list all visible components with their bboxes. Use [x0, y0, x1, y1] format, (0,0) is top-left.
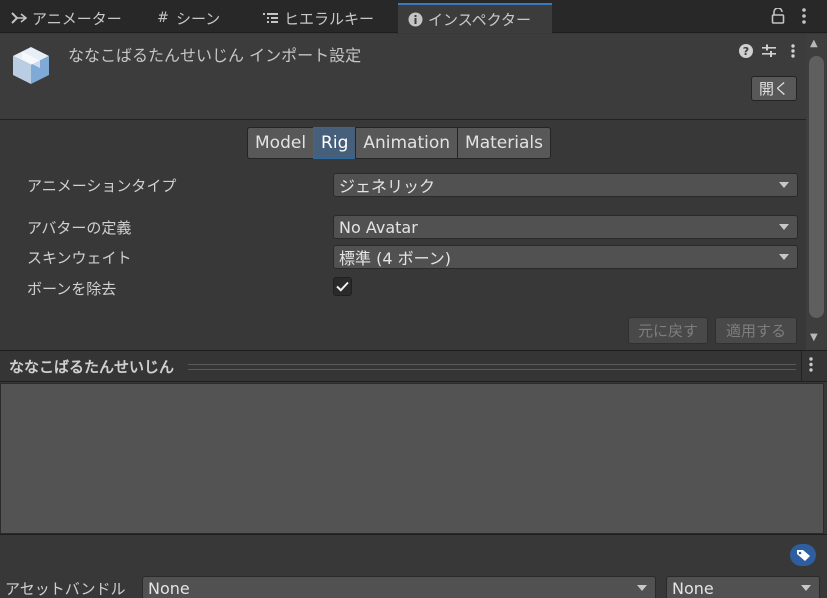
- avatar-definition-value: No Avatar: [339, 217, 418, 237]
- model-preview-area[interactable]: [0, 383, 824, 534]
- drag-handle[interactable]: [188, 364, 796, 370]
- asset-bundle-variant-value: None: [672, 578, 714, 598]
- preview-title: ななこばるたんせいじん: [9, 358, 175, 376]
- tab-materials[interactable]: Materials: [457, 127, 551, 159]
- skin-weights-label: スキンウェイト: [27, 249, 132, 267]
- asset-bundle-name-value: None: [148, 578, 190, 598]
- scrollbar-thumb[interactable]: [809, 56, 824, 318]
- revert-button[interactable]: 元に戻す: [628, 317, 708, 344]
- tab-scene[interactable]: # シーン: [154, 3, 220, 33]
- animation-type-value: ジェネリック: [339, 177, 436, 196]
- tab-rig[interactable]: Rig: [313, 127, 357, 159]
- import-tabs: Model Rig Animation Materials: [247, 127, 551, 159]
- open-button[interactable]: 開く: [751, 76, 797, 101]
- tab-model[interactable]: Model: [247, 127, 315, 159]
- preview-header[interactable]: ななこばるたんせいじん: [0, 350, 827, 382]
- apply-button[interactable]: 適用する: [715, 317, 797, 344]
- tab-inspector[interactable]: インスペクター: [398, 3, 552, 33]
- divider: [801, 351, 802, 381]
- skin-weights-dropdown[interactable]: 標準 (4 ボーン): [333, 245, 798, 269]
- info-icon: [406, 10, 424, 28]
- animation-type-label: アニメーションタイプ: [27, 177, 177, 195]
- scroll-down-arrow-icon[interactable]: ▼: [810, 332, 818, 343]
- tab-label: アニメーター: [32, 9, 122, 28]
- preview-options-icon[interactable]: [809, 357, 813, 376]
- asset-bundle-variant-dropdown[interactable]: None: [666, 576, 820, 598]
- more-options-icon[interactable]: [798, 8, 810, 24]
- avatar-definition-dropdown[interactable]: No Avatar: [333, 215, 798, 239]
- hierarchy-icon: [262, 9, 280, 27]
- tab-animator[interactable]: アニメーター: [10, 3, 122, 33]
- dropdown-arrow-icon: [779, 224, 789, 230]
- checkmark-icon: [336, 281, 349, 292]
- skin-weights-value: 標準 (4 ボーン): [339, 249, 452, 268]
- asset-bundle-label: アセットバンドル: [5, 580, 126, 598]
- tab-hierarchy[interactable]: ヒエラルキー: [262, 3, 374, 33]
- tab-label: インスペクター: [428, 10, 532, 29]
- tab-animation[interactable]: Animation: [355, 127, 459, 159]
- dropdown-arrow-icon: [801, 585, 811, 591]
- dropdown-arrow-icon: [779, 254, 789, 260]
- avatar-definition-label: アバターの定義: [27, 219, 132, 237]
- scene-hash-icon: #: [157, 10, 169, 26]
- asset-bundle-name-dropdown[interactable]: None: [142, 576, 656, 598]
- window-tab-bar: アニメーター # シーン ヒエラルキー インスペクター: [0, 0, 827, 33]
- tab-label: シーン: [176, 9, 221, 28]
- tab-label: ヒエラルキー: [284, 9, 375, 28]
- scroll-up-arrow-icon[interactable]: ▲: [810, 38, 818, 49]
- dropdown-arrow-icon: [779, 182, 789, 188]
- strip-bones-label: ボーンを除去: [27, 280, 117, 298]
- help-icon[interactable]: ?: [738, 43, 754, 59]
- context-menu-icon[interactable]: [785, 43, 801, 59]
- model-asset-icon: [10, 44, 52, 86]
- preset-settings-icon[interactable]: [761, 43, 777, 59]
- lock-icon[interactable]: [770, 8, 786, 24]
- inspector-header: ななこばるたんせいじん インポート設定 ? 開く: [0, 34, 806, 120]
- dropdown-arrow-icon: [637, 585, 647, 591]
- asset-label-tag-icon[interactable]: [790, 544, 816, 566]
- page-title: ななこばるたんせいじん インポート設定: [68, 46, 362, 65]
- strip-bones-checkbox[interactable]: [333, 277, 352, 296]
- animator-icon: [10, 9, 28, 27]
- animation-type-dropdown[interactable]: ジェネリック: [333, 173, 798, 197]
- import-settings-panel: Model Rig Animation Materials アニメーションタイプ…: [0, 121, 806, 350]
